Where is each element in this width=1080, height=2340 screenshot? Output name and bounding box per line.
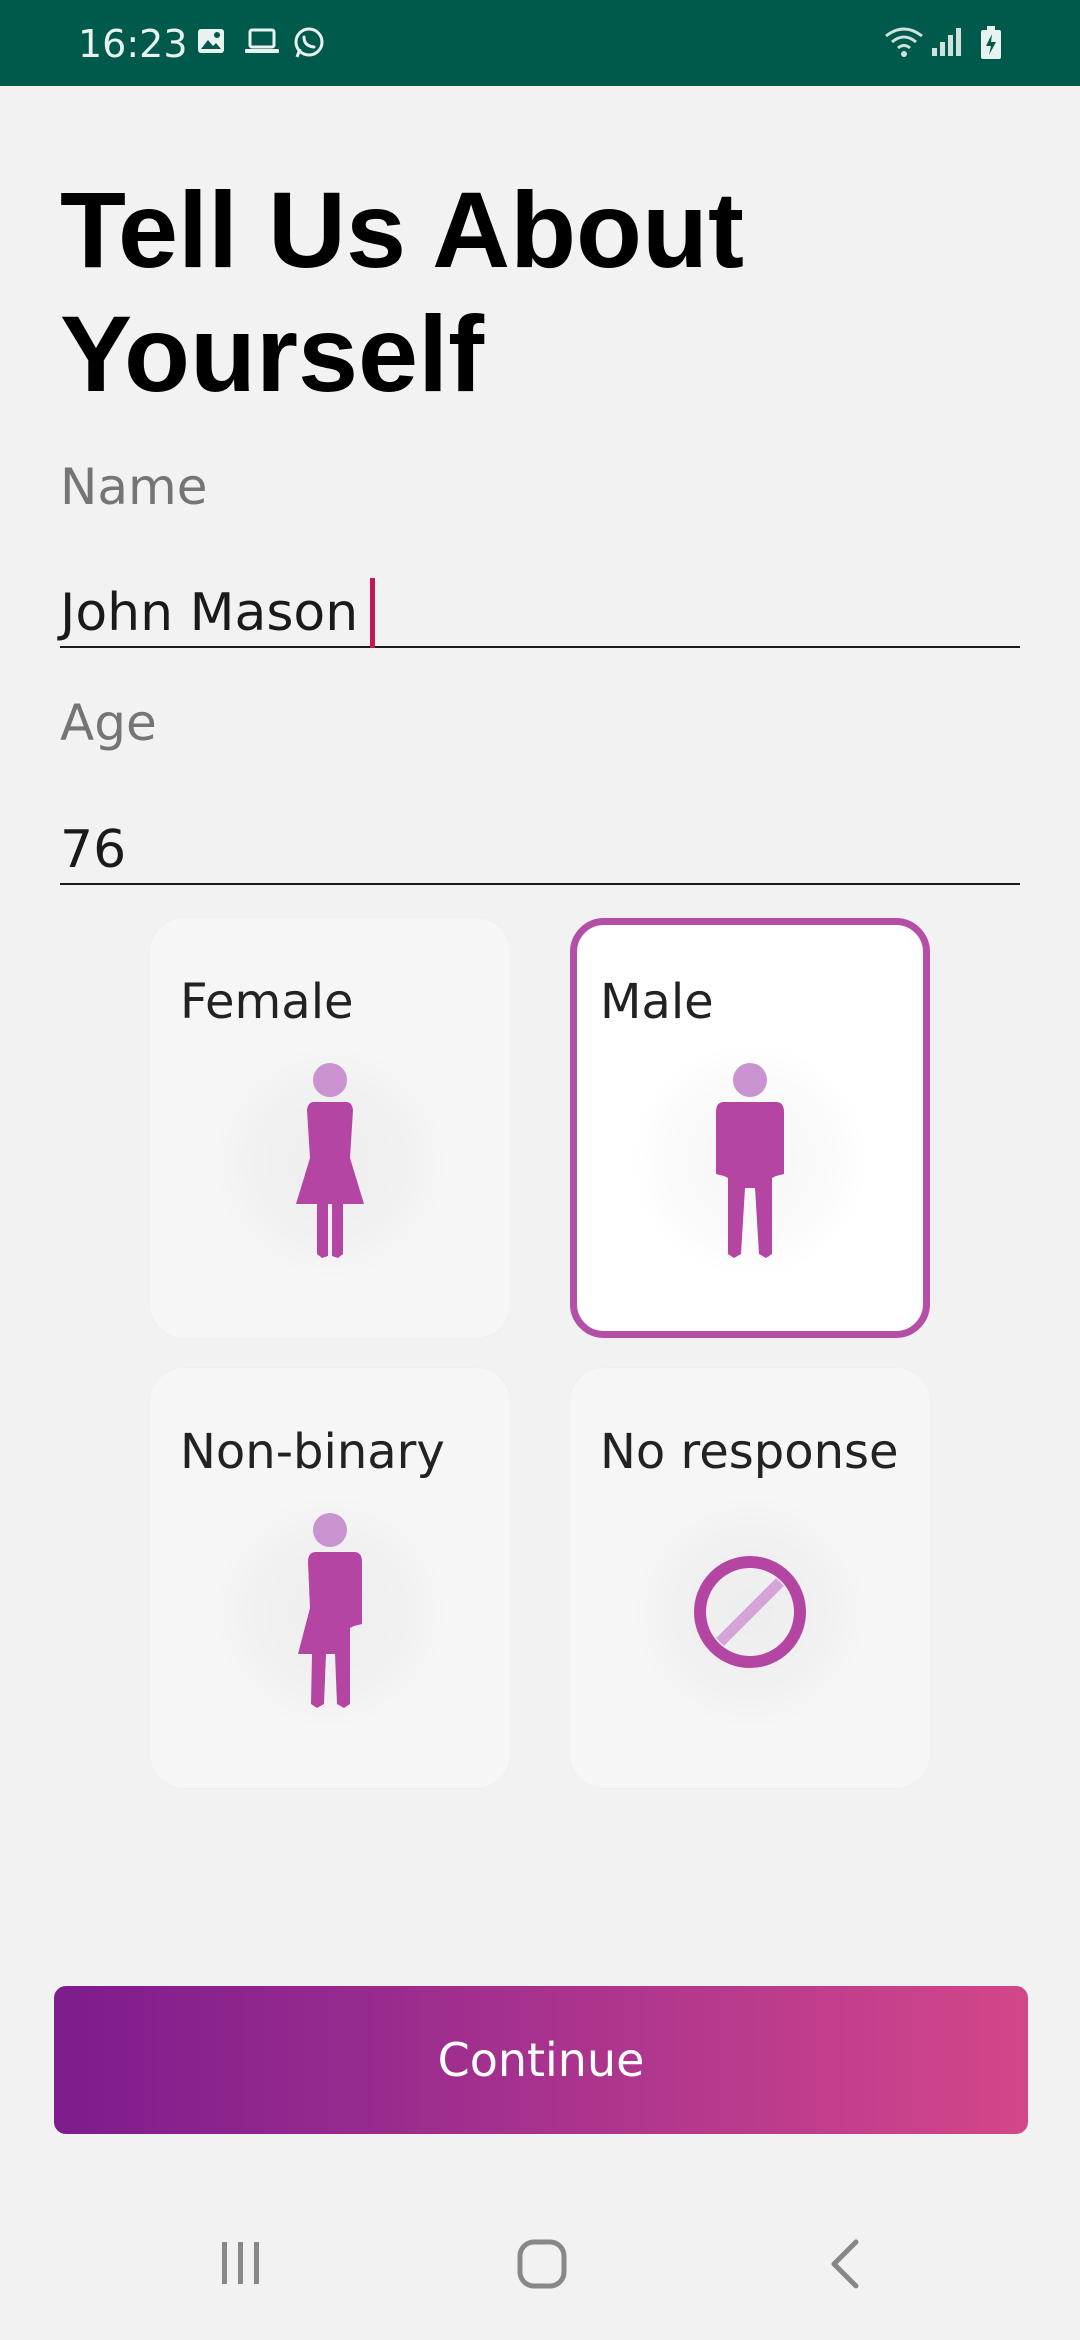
gender-option-no-response[interactable]: No response <box>570 1368 930 1788</box>
wifi-icon <box>885 27 923 57</box>
page-title: Tell Us About Yourself <box>60 169 744 414</box>
no-response-icon <box>694 1556 806 1668</box>
gender-option-label: Non-binary <box>180 1424 445 1480</box>
gender-option-female[interactable]: Female <box>150 918 510 1338</box>
status-time: 16:23 <box>78 22 188 66</box>
female-figure-icon <box>296 1063 364 1258</box>
signal-icon <box>932 28 961 56</box>
name-value: John Mason <box>60 583 359 643</box>
gender-option-non-binary[interactable]: Non-binary <box>150 1368 510 1788</box>
male-figure-icon <box>716 1063 784 1258</box>
gender-option-label: No response <box>600 1424 899 1480</box>
image-icon <box>198 29 224 53</box>
battery-charging-icon <box>981 26 1001 59</box>
gender-option-label: Female <box>180 974 354 1030</box>
laptop-icon <box>245 28 279 53</box>
text-caret <box>370 578 376 648</box>
continue-button[interactable]: Continue <box>54 1986 1028 2134</box>
navigation-bar <box>0 2200 1080 2340</box>
whatsapp-icon <box>294 27 324 58</box>
non-binary-figure-icon <box>298 1513 362 1708</box>
age-label: Age <box>60 694 157 752</box>
recent-apps-icon[interactable] <box>216 2238 266 2288</box>
name-label: Name <box>60 458 208 516</box>
home-icon[interactable] <box>516 2238 568 2290</box>
name-field[interactable]: John Mason <box>60 578 1020 648</box>
status-bar: 16:23 <box>0 0 1080 86</box>
age-value: 76 <box>60 820 127 880</box>
age-field[interactable]: 76 <box>60 815 1020 885</box>
gender-option-label: Male <box>600 974 714 1030</box>
gender-option-male[interactable]: Male <box>570 918 930 1338</box>
back-icon[interactable] <box>826 2238 866 2290</box>
